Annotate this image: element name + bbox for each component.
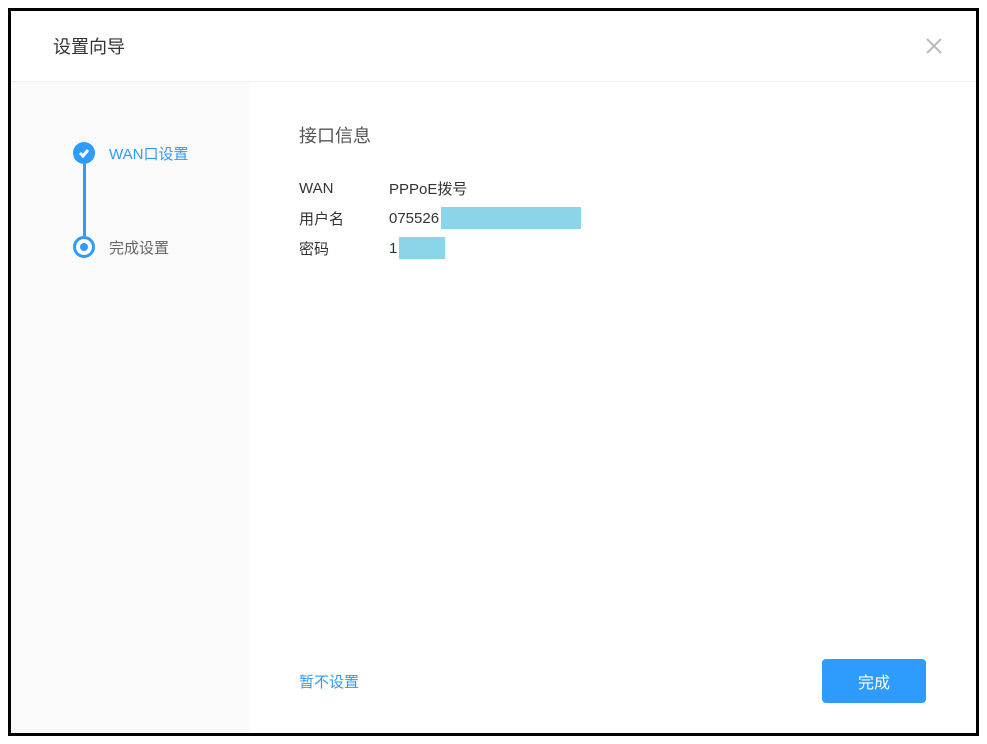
- step-item-wan-settings[interactable]: WAN口设置: [73, 142, 249, 164]
- value-prefix: 075526: [389, 210, 439, 227]
- info-value: PPPoE拨号: [389, 178, 467, 199]
- step-list: WAN口设置 完成设置: [11, 142, 249, 258]
- redacted-block: [399, 237, 445, 259]
- main-panel: 接口信息 WAN PPPoE拨号 用户名 075526 密码 1: [249, 82, 976, 733]
- wizard-sidebar: WAN口设置 完成设置: [11, 82, 249, 733]
- dialog-footer: 暂不设置 完成: [299, 639, 926, 703]
- step-label: 完成设置: [109, 237, 169, 258]
- redacted-block: [441, 207, 581, 229]
- close-icon: [925, 37, 943, 55]
- info-value: 075526: [389, 207, 581, 229]
- step-connector: [83, 164, 86, 236]
- info-label: 密码: [299, 238, 389, 259]
- step-label: WAN口设置: [109, 143, 188, 164]
- info-label: WAN: [299, 180, 389, 197]
- dialog-body: WAN口设置 完成设置 接口信息 WAN PPPoE拨号 用户名 075526: [11, 82, 976, 733]
- info-row-username: 用户名 075526: [299, 206, 926, 230]
- info-row-password: 密码 1: [299, 236, 926, 260]
- skip-link[interactable]: 暂不设置: [299, 663, 359, 700]
- section-title: 接口信息: [299, 122, 926, 148]
- info-label: 用户名: [299, 208, 389, 229]
- info-value: 1: [389, 237, 445, 259]
- setup-wizard-dialog: 设置向导 WAN口设置 完成设置: [8, 8, 979, 736]
- step-item-finish-settings[interactable]: 完成设置: [73, 236, 249, 258]
- value-prefix: 1: [389, 240, 397, 257]
- close-button[interactable]: [922, 34, 946, 58]
- check-circle-icon: [73, 142, 95, 164]
- dialog-header: 设置向导: [11, 11, 976, 82]
- dialog-title: 设置向导: [53, 33, 125, 59]
- info-row-wan: WAN PPPoE拨号: [299, 176, 926, 200]
- radio-current-icon: [73, 236, 95, 258]
- interface-info-table: WAN PPPoE拨号 用户名 075526 密码 1: [299, 176, 926, 266]
- finish-button[interactable]: 完成: [822, 659, 926, 703]
